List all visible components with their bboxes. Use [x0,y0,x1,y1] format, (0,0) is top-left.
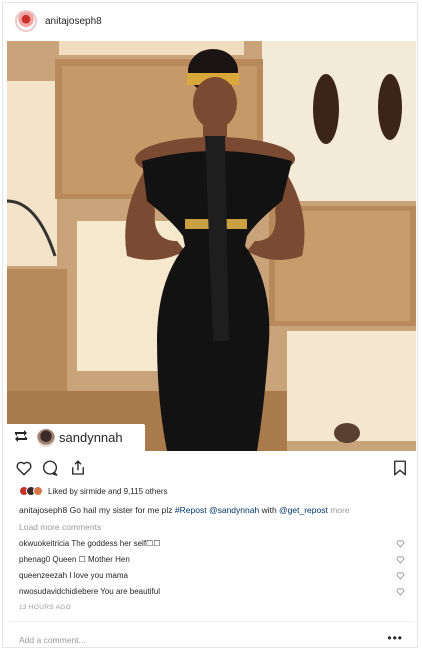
post-card: anitajoseph8 sandynnah Liked by sirmide … [2,2,418,648]
repost-banner[interactable]: sandynnah [7,424,145,451]
post-caption: anitajoseph8 Go hail my sister for me pl… [19,505,411,515]
repost-username: sandynnah [59,430,123,445]
action-bar [15,459,409,479]
comment-text: I love you mama [67,571,128,580]
load-more-comments-link[interactable]: Load more comments [19,522,101,532]
share-icon[interactable] [69,459,87,477]
caption-username[interactable]: anitajoseph8 [19,505,67,515]
comment-item: nwosudavidchidiebere You are beautiful [19,587,411,599]
likes-row[interactable]: Liked by sirmide and 9,115 others [19,484,167,498]
comment-username[interactable]: queenzeezah [19,571,67,580]
comment-like-icon[interactable] [396,539,405,548]
comment-text: The goddess her self☐☐ [69,539,161,548]
post-timestamp[interactable]: 13 HOURS AGO [19,604,71,611]
comment-icon[interactable] [41,459,59,477]
more-options-icon[interactable]: ••• [387,631,403,645]
caption-hashtag[interactable]: #Repost [175,505,207,515]
comment-item: queenzeezah I love you mama [19,571,411,583]
repost-avatar [37,428,55,447]
add-comment-input[interactable]: Add a comment... [19,635,86,645]
caption-with: with [259,505,280,515]
repost-icon [13,429,33,446]
caption-mention[interactable]: @sandynnah [209,505,259,515]
liker-avatar [33,486,43,496]
post-photo[interactable] [7,41,416,451]
caption-mention[interactable]: @get_repost [279,505,328,515]
comment-username[interactable]: phenag0 [19,555,50,564]
caption-text: Go hail my sister for me plz [67,505,175,515]
post-header: anitajoseph8 [3,3,417,39]
comment-like-icon[interactable] [396,555,405,564]
post-username[interactable]: anitajoseph8 [45,16,102,27]
likes-text: Liked by sirmide and 9,115 others [48,486,168,496]
comment-text: You are beautiful [98,587,161,596]
post-photo-illustration [7,41,416,451]
comment-username[interactable]: okwuokeitricia [19,539,69,548]
comment-item: okwuokeitricia The goddess her self☐☐ [19,539,411,551]
comment-like-icon[interactable] [396,587,405,596]
divider [9,621,413,622]
comment-text: Queen ☐ Mother Hen [50,555,130,564]
caption-more-link[interactable]: more [328,505,349,515]
bookmark-icon[interactable] [391,459,409,477]
comment-item: phenag0 Queen ☐ Mother Hen [19,555,411,567]
comment-like-icon[interactable] [396,571,405,580]
profile-avatar[interactable] [15,10,37,32]
comment-username[interactable]: nwosudavidchidiebere [19,587,98,596]
heart-icon[interactable] [15,459,33,477]
